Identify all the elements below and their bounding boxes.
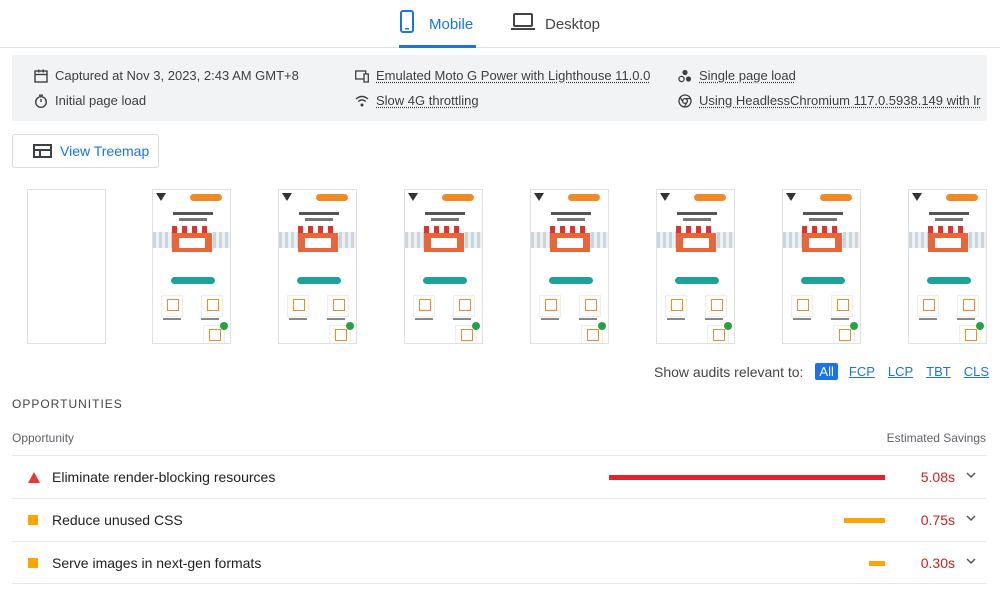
- filmstrip-frame: [656, 189, 735, 344]
- stopwatch-icon: [35, 94, 47, 108]
- initial-load: Initial page load: [34, 93, 146, 108]
- savings-value: 0.30s: [920, 555, 955, 571]
- page-thumbnail: [531, 190, 608, 343]
- savings-bar: [844, 518, 885, 523]
- filter-fcp[interactable]: FCP: [847, 363, 877, 380]
- emulated-device-text: Emulated Moto G Power with Lighthouse 11…: [376, 68, 651, 83]
- circles-icon: [678, 69, 692, 82]
- page-thumbnail: [783, 190, 860, 343]
- opportunity-title: Serve images in next-gen formats: [52, 555, 262, 571]
- initial-load-text: Initial page load: [55, 93, 147, 108]
- filter-lcp[interactable]: LCP: [886, 363, 915, 380]
- filmstrip-frame: [404, 189, 483, 344]
- savings-bar: [609, 475, 885, 480]
- devices-icon: [355, 69, 369, 83]
- calendar-icon: [34, 69, 48, 83]
- average-square-icon: [28, 515, 38, 525]
- savings-value: 5.08s: [920, 469, 955, 485]
- audit-filter: Show audits relevant to: All FCP LCP TBT…: [654, 363, 991, 380]
- opportunities-heading: OPPORTUNITIES: [12, 397, 123, 411]
- filmstrip-frame: [908, 189, 987, 344]
- laptop-icon: [511, 10, 535, 34]
- page-thumbnail: [657, 190, 734, 343]
- report-tabs: Mobile Desktop: [0, 0, 1000, 48]
- filmstrip-frame: [278, 189, 357, 344]
- tab-mobile-label: Mobile: [429, 16, 474, 33]
- filmstrip: [0, 189, 1000, 345]
- filmstrip-frame: [152, 189, 231, 344]
- view-treemap-button[interactable]: View Treemap: [12, 134, 159, 168]
- opportunity-row[interactable]: Reduce unused CSS 0.75s: [12, 498, 987, 541]
- phone-icon: [399, 10, 419, 34]
- filter-cls[interactable]: CLS: [962, 363, 991, 380]
- browser-version-text: Using HeadlessChromium 117.0.5938.149 wi…: [699, 93, 981, 108]
- view-treemap-label: View Treemap: [60, 143, 150, 159]
- tab-desktop-label: Desktop: [545, 16, 601, 33]
- page-thumbnail: [153, 190, 230, 343]
- browser-version[interactable]: Using HeadlessChromium 117.0.5938.149 wi…: [678, 93, 981, 108]
- network-throttling-text: Slow 4G throttling: [376, 93, 479, 108]
- chevron-down-icon[interactable]: [965, 555, 977, 567]
- savings-value: 0.75s: [920, 512, 955, 528]
- network-throttling[interactable]: Slow 4G throttling: [355, 93, 479, 108]
- page-thumbnail: [405, 190, 482, 343]
- opportunity-row[interactable]: Eliminate render-blocking resources 5.08…: [12, 455, 987, 498]
- opportunity-title: Reduce unused CSS: [52, 512, 183, 528]
- session-type-text: Single page load: [699, 68, 796, 83]
- chevron-down-icon[interactable]: [965, 512, 977, 524]
- runtime-settings: Captured at Nov 3, 2023, 2:43 AM GMT+8 I…: [12, 55, 987, 121]
- savings-column-header: Estimated Savings: [886, 431, 986, 445]
- savings-bar: [869, 561, 885, 566]
- chevron-down-icon[interactable]: [965, 469, 977, 481]
- emulated-device[interactable]: Emulated Moto G Power with Lighthouse 11…: [355, 68, 650, 83]
- opportunity-row[interactable]: Serve images in next-gen formats 0.30s: [12, 541, 987, 584]
- page-thumbnail: [909, 190, 986, 343]
- filmstrip-frame: [530, 189, 609, 344]
- captured-time-text: Captured at Nov 3, 2023, 2:43 AM GMT+8: [55, 68, 299, 83]
- filmstrip-frame: [27, 189, 106, 344]
- filmstrip-frame: [782, 189, 861, 344]
- page-thumbnail: [279, 190, 356, 343]
- filter-tbt[interactable]: TBT: [924, 363, 953, 380]
- wifi-icon: [355, 95, 369, 106]
- fail-triangle-icon: [28, 472, 40, 483]
- tab-mobile[interactable]: Mobile: [399, 10, 476, 48]
- treemap-icon: [33, 144, 52, 158]
- captured-time: Captured at Nov 3, 2023, 2:43 AM GMT+8: [34, 68, 299, 83]
- filter-all[interactable]: All: [815, 363, 838, 380]
- average-square-icon: [28, 558, 38, 568]
- opportunity-column-header: Opportunity: [12, 431, 75, 445]
- opportunity-title: Eliminate render-blocking resources: [52, 469, 276, 485]
- tab-desktop[interactable]: Desktop: [511, 10, 600, 48]
- session-type[interactable]: Single page load: [678, 68, 796, 83]
- audit-filter-label: Show audits relevant to:: [654, 363, 804, 380]
- chrome-icon: [678, 93, 692, 108]
